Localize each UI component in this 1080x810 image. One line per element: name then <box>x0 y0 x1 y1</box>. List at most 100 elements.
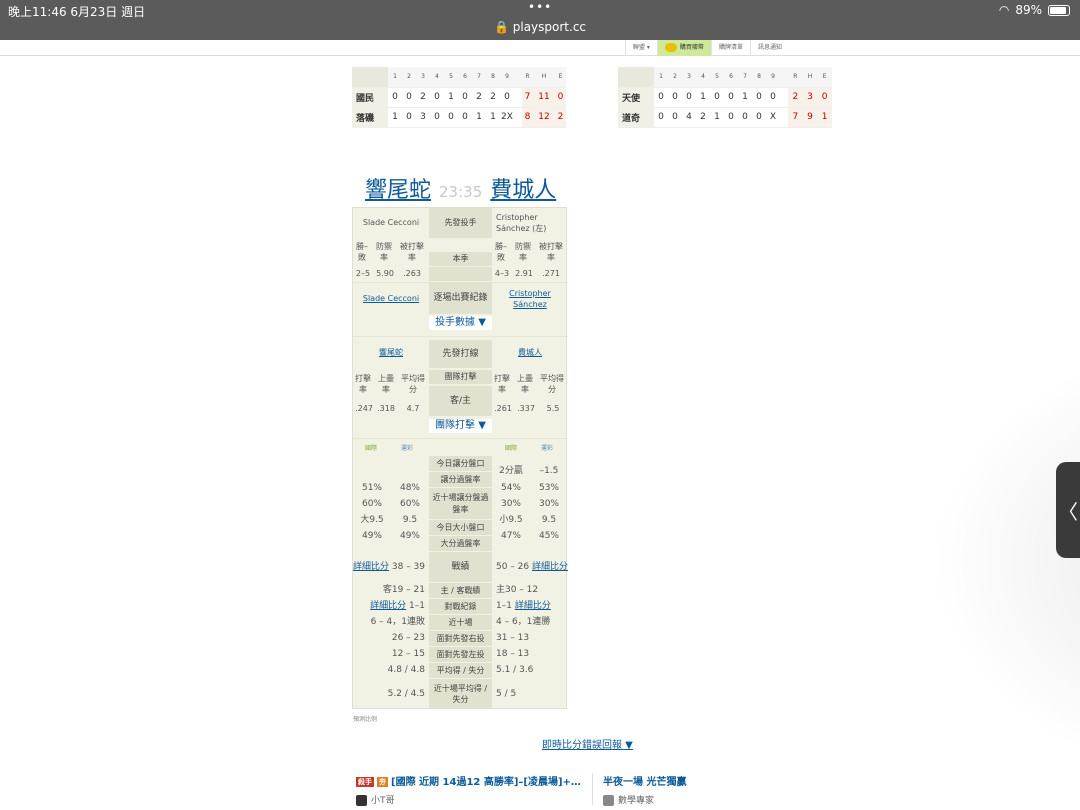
inning-head: 3 <box>416 67 430 88</box>
bat-value: .337 <box>517 404 535 414</box>
inning-score: 0 <box>430 87 444 108</box>
inning-score: 2 <box>486 87 500 108</box>
home-pitcher-log-link[interactable]: Cristopher Sánchez <box>492 284 568 314</box>
away-lineup-link[interactable]: 響尾蛇 <box>353 340 429 366</box>
stat-value: .271 <box>542 269 560 279</box>
inning-head: 5 <box>444 67 458 88</box>
bat-value: .261 <box>494 404 512 414</box>
inning-head: 2 <box>402 67 416 88</box>
home-spread: –1.5 <box>539 465 559 476</box>
bat-head: 上壘率 <box>517 373 533 394</box>
runs: 2 <box>788 87 803 108</box>
h2h-away-detail-link[interactable]: 詳細比分 <box>370 600 406 613</box>
away-record-detail-link[interactable]: 詳細比分 <box>353 561 389 574</box>
home-record-value: 50 – 26 <box>496 561 530 572</box>
side-panel-handle[interactable]: 〈 <box>1056 462 1080 558</box>
score-row: 國民 0 0 2 0 1 0 2 2 0 7 11 0 <box>352 87 566 108</box>
provider-lottery-label: 運彩 <box>540 444 553 452</box>
inning-score: 0 <box>682 87 696 108</box>
h2h-home-value: 1–1 <box>496 601 512 612</box>
multitask-dots[interactable]: ••• <box>528 0 552 14</box>
venue-label: 逐場出賽紀錄 <box>429 282 492 314</box>
odds-label: 今日大小盤口 <box>429 520 492 535</box>
inning-score: 0 <box>500 87 514 108</box>
stat-value: 2.91 <box>515 269 533 279</box>
row-home: 4 – 6，1連勝 <box>496 617 551 628</box>
post-2-title[interactable]: 半夜一場 光芒獨贏 <box>603 773 686 788</box>
nav-purchase-list[interactable]: 購牌清單 <box>710 40 750 56</box>
home-record-detail-link[interactable]: 詳細比分 <box>532 561 568 574</box>
homeaway-label: 客/主 <box>429 386 492 416</box>
status-right: ◠ 89% <box>999 3 1070 17</box>
away-team-link[interactable]: 響尾蛇 <box>365 172 431 204</box>
team-name: 國民 <box>352 87 388 108</box>
odds-label: 讓分過盤率 <box>429 472 492 487</box>
match-header: 響尾蛇 23:35 費城人 <box>365 172 556 204</box>
inning-score: 0 <box>458 107 472 128</box>
inning-score: 0 <box>444 107 458 128</box>
stat-value: 2–5 <box>355 269 371 279</box>
inning-score: 0 <box>458 87 472 108</box>
coin-icon <box>664 43 677 52</box>
nav-league[interactable]: 聯盟 ▾ <box>625 40 657 56</box>
home-pitcher: Cristopher Sánchez (左) <box>496 212 547 233</box>
score-row: 落磯 1 0 3 0 0 0 1 1 2X 8 12 2 <box>352 107 566 128</box>
h2h-home-detail-link[interactable]: 詳細比分 <box>515 600 551 613</box>
odds-label: 大分過盤率 <box>429 536 492 551</box>
row-label: 面對先發右投 <box>429 631 492 646</box>
row-home: 5.1 / 3.6 <box>496 665 534 676</box>
odds-value: 48% <box>399 482 420 493</box>
post-1-title[interactable]: 殺手夯 [國際 近期 14過12 高勝率]–[凌晨場]+… <box>356 773 581 788</box>
nav-buy-coins[interactable]: 購買噱幣 <box>656 40 711 56</box>
pitcher-stats-toggle[interactable]: 投手數據 ▼ <box>429 316 492 330</box>
score-error-report-link[interactable]: 即時比分錯誤回報 ▼ <box>542 736 633 751</box>
post-2-author-name: 數學專家 <box>618 796 655 806</box>
odds-value: 60% <box>361 498 382 509</box>
post-1-author-name: 小T哥 <box>371 796 395 806</box>
inning-head: 1 <box>388 67 402 88</box>
inning-score: 0 <box>738 107 752 128</box>
avatar <box>356 795 367 806</box>
odds-value: 47% <box>500 530 521 541</box>
inning-score: 0 <box>654 107 668 128</box>
odds-value: 9.5 <box>402 514 418 525</box>
odds-label: 近十場讓分盤過盤率 <box>429 488 492 519</box>
inning-score: 0 <box>724 87 738 108</box>
row-away: 6 – 4，1連敗 <box>370 617 425 628</box>
errors: 0 <box>554 87 566 108</box>
stat-value: .263 <box>403 269 421 279</box>
away-pitcher-log-link[interactable]: Slade Cecconi <box>353 284 429 314</box>
odds-value: 30% <box>500 498 521 509</box>
team-batting-label: 團隊打擊 <box>429 370 492 384</box>
hits: 12 <box>533 107 555 128</box>
row-home: 31 – 13 <box>496 633 530 644</box>
hits: 9 <box>802 107 818 128</box>
inning-score: 0 <box>654 87 668 108</box>
stat-head: 勝–敗 <box>495 241 507 262</box>
odds-label: 今日讓分盤口 <box>429 456 492 471</box>
post-2-author[interactable]: 數學專家 <box>603 793 654 806</box>
rhe-head: H <box>533 67 555 88</box>
hot-badge: 夯 <box>377 777 388 787</box>
address-bar[interactable]: 🔒 playsport.cc <box>0 20 1080 34</box>
nav-messages[interactable]: 訊息通知 <box>749 40 789 56</box>
inning-score: 2 <box>416 87 430 108</box>
inning-score: 4 <box>682 107 696 128</box>
h2h-away-value: 1–1 <box>409 601 425 612</box>
team-name: 落磯 <box>352 107 388 128</box>
team-batting-toggle[interactable]: 團隊打擊 ▼ <box>429 419 492 433</box>
status-time: 晚上11:46 6月23日 週日 <box>8 5 146 19</box>
odds-value: 49% <box>399 530 420 541</box>
bat-head: 平均得分 <box>401 373 425 394</box>
inning-score: 0 <box>766 87 780 108</box>
bat-head: 打擊率 <box>494 373 510 394</box>
runs: 7 <box>522 87 533 108</box>
url-text: playsport.cc <box>512 20 587 34</box>
home-lineup-link[interactable]: 費城人 <box>492 340 568 366</box>
row-away: 12 – 15 <box>391 649 425 660</box>
home-team-link[interactable]: 費城人 <box>490 172 556 204</box>
inning-score: 0 <box>724 107 738 128</box>
top-nav: 聯盟 ▾ 購買噱幣 購牌清單 訊息通知 <box>0 40 1080 56</box>
post-1-author[interactable]: 小T哥 <box>356 793 395 806</box>
rhe-head: R <box>522 67 533 88</box>
